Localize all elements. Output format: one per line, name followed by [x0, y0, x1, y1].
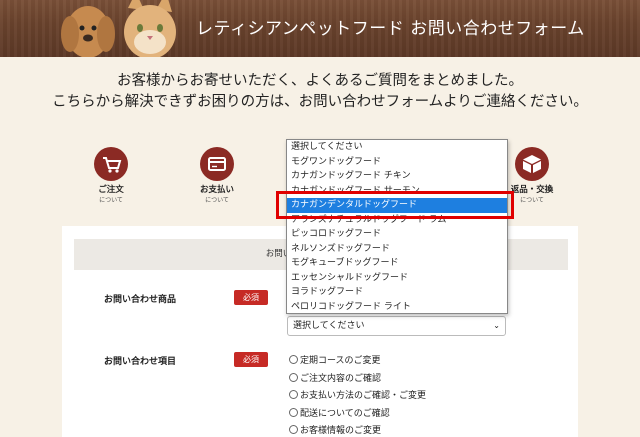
radio-option[interactable]: 定期コースのご変更: [289, 353, 426, 371]
dropdown-option[interactable]: ピッコロドッグフード: [287, 227, 507, 242]
radio-option[interactable]: ご注文内容のご確認: [289, 371, 426, 389]
chevron-down-icon: ⌄: [493, 321, 500, 330]
radio-label: ご注文内容のご確認: [300, 373, 382, 384]
category-payment[interactable]: お支払い について: [185, 147, 249, 204]
cart-icon: [94, 147, 128, 181]
radio-circle[interactable]: [289, 407, 298, 417]
radio-label: お客様情報のご変更: [300, 426, 382, 436]
product-dropdown-list: 選択してください モグワンドッグフード カナガンドッグフード チキン カナガンド…: [286, 139, 508, 314]
radio-option[interactable]: 配送についてのご確認: [289, 406, 426, 424]
box-icon: [515, 147, 549, 181]
intro-line-2: こちらから解決できずお困りの方は、お問い合わせフォームよりご連絡ください。: [52, 94, 588, 110]
header-banner: レティシアンペットフード お問い合わせフォーム: [0, 0, 640, 57]
radio-circle[interactable]: [289, 425, 298, 434]
radio-label: お支払い方法のご確認・ご変更: [300, 391, 427, 401]
item-label: お問い合わせ項目: [104, 357, 177, 367]
category-order-sub: について: [99, 197, 123, 204]
category-payment-label: お支払い: [199, 185, 234, 195]
radio-circle[interactable]: [289, 355, 298, 364]
category-order[interactable]: ご注文 について: [79, 147, 143, 204]
category-payment-sub: について: [205, 197, 229, 204]
dropdown-option[interactable]: 選択してください: [287, 140, 507, 155]
dropdown-option[interactable]: カナガンドッグフード チキン: [287, 169, 507, 184]
radio-label: 配送についてのご確認: [300, 408, 390, 419]
dropdown-option[interactable]: エッセンシャルドッグフード: [287, 271, 507, 286]
dropdown-option[interactable]: モグワンドッグフード: [287, 155, 507, 170]
category-order-label: ご注文: [98, 185, 124, 195]
radio-option[interactable]: お支払い方法のご確認・ご変更: [289, 388, 426, 406]
radio-label: 定期コースのご変更: [300, 356, 381, 366]
inquiry-radio-group: 定期コースのご変更 ご注文内容のご確認 お支払い方法のご確認・ご変更 配送につい…: [289, 353, 426, 437]
radio-circle[interactable]: [289, 390, 298, 399]
required-badge-product: 必須: [234, 290, 268, 305]
dropdown-option[interactable]: ネルソンズドッグフード: [287, 242, 507, 257]
product-select-value: 選択してください: [293, 321, 365, 331]
dog-cat-illustration: [61, 0, 176, 57]
intro-line-1: お客様からお寄せいただく、よくあるご質問をまとめました。: [117, 73, 523, 89]
dropdown-option[interactable]: ヨラドッグフード: [287, 285, 507, 300]
annotation-highlight-box: [276, 191, 514, 219]
required-badge-item: 必須: [234, 352, 268, 367]
intro-text: お客様からお寄せいただく、よくあるご質問をまとめました。 こちらから解決できずお…: [0, 71, 640, 113]
card-icon: [200, 147, 234, 181]
product-select[interactable]: 選択してください ⌄: [287, 316, 506, 336]
dropdown-option[interactable]: モグキューブドッグフード: [287, 256, 507, 271]
product-label: お問い合わせ商品: [104, 295, 177, 305]
radio-option[interactable]: お客様情報のご変更: [289, 423, 426, 437]
radio-circle[interactable]: [289, 372, 298, 382]
page-title: レティシアンペットフード お問い合わせフォーム: [196, 19, 585, 39]
dropdown-option[interactable]: ペロリコドッグフード ライト: [287, 300, 507, 315]
